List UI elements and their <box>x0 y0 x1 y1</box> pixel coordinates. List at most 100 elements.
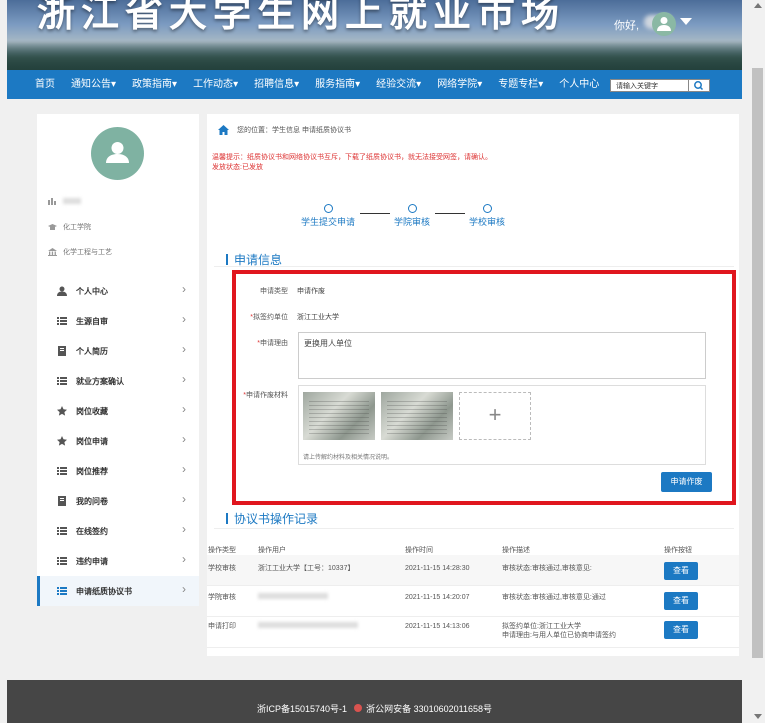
chevron-right-icon: › <box>182 582 186 596</box>
view-button[interactable]: 查看 <box>664 562 698 580</box>
nav-label: 服务指南 <box>315 79 356 90</box>
user-icon <box>57 286 67 296</box>
record-time: 2021-11-15 14:28:30 <box>405 565 470 572</box>
record-type: 学院审核 <box>208 594 236 601</box>
sidebar-item[interactable]: 个人中心 › <box>37 276 199 306</box>
type-value: 申请作废 <box>297 288 325 295</box>
scroll-down-icon[interactable] <box>754 714 762 719</box>
nav-item-recruit[interactable]: 招聘信息▾ <box>254 70 299 99</box>
sidebar-item[interactable]: 岗位收藏 › <box>37 396 199 426</box>
chevron-right-icon: › <box>182 522 186 536</box>
tip-line-1: 温馨提示：纸质协议书和网络协议书互斥，下载了纸质协议书，就无法接受网签，请确认。 <box>212 154 492 161</box>
profile-major-row: 化学工程与工艺 <box>48 247 112 257</box>
scrollbar-thumb[interactable] <box>752 68 763 658</box>
dropdown-icon: ▾ <box>355 79 361 90</box>
nav-label: 政策指南 <box>132 79 173 90</box>
sidebar-item[interactable]: 岗位申请 › <box>37 426 199 456</box>
chevron-right-icon: › <box>182 312 186 326</box>
list-icon <box>57 526 67 536</box>
sidebar-item[interactable]: 就业方案确认 › <box>37 366 199 396</box>
sidebar-item-label: 申请纸质协议书 <box>76 587 132 596</box>
header-banner: 浙江省大学生网上就业市场 <box>7 0 742 70</box>
search-input[interactable]: 请输入关键字 <box>610 79 690 92</box>
sidebar-item-label: 生源自审 <box>76 317 108 326</box>
record-desc-line: 拟签约单位:浙江工业大学 <box>502 623 581 630</box>
record-desc: 拟签约单位:浙江工业大学 申请理由:与用人单位已协商申请签约 <box>502 622 616 640</box>
chart-icon <box>48 198 56 205</box>
home-icon[interactable] <box>218 125 229 135</box>
nav-item-service[interactable]: 服务指南▾ <box>315 70 360 99</box>
police-link[interactable]: 浙公网安备 33010602011658号 <box>366 704 492 714</box>
step-label: 学院审核 <box>393 217 430 227</box>
sidebar-item-label: 我的问卷 <box>76 497 108 506</box>
dropdown-icon: ▾ <box>294 79 300 90</box>
nav-item-work[interactable]: 工作动态▾ <box>193 70 238 99</box>
chevron-right-icon: › <box>182 552 186 566</box>
sidebar-item-label: 个人简历 <box>76 347 108 356</box>
search-button[interactable] <box>688 79 710 92</box>
column-header: 操作类型 <box>208 547 236 554</box>
sidebar-item-label: 个人中心 <box>76 287 108 296</box>
sidebar-item[interactable]: 个人简历 › <box>37 336 199 366</box>
user-menu-caret-icon[interactable] <box>680 18 692 25</box>
step-dot-icon <box>323 204 333 213</box>
sidebar-item-label: 在线签约 <box>76 527 108 536</box>
record-desc: 审核状态:审核通过,审核意见:通过 <box>502 594 606 601</box>
add-image-button[interactable]: + <box>459 392 531 440</box>
submit-void-button[interactable]: 申请作废 <box>661 472 712 492</box>
view-button[interactable]: 查看 <box>664 621 698 639</box>
nav-item-experience[interactable]: 经验交流▾ <box>376 70 421 99</box>
nav-item-policy[interactable]: 政策指南▾ <box>132 70 177 99</box>
graduation-cap-icon <box>48 224 57 230</box>
column-header: 操作时间 <box>405 547 433 554</box>
list-icon <box>57 376 67 386</box>
nav-label: 经验交流 <box>376 79 417 90</box>
police-badge-icon <box>353 704 362 712</box>
scroll-up-icon[interactable] <box>754 3 762 8</box>
step-submit: 学生提交申请 <box>298 204 358 228</box>
uploaded-image-thumbnail[interactable] <box>303 392 375 440</box>
sidebar-item[interactable]: 在线签约 › <box>37 516 199 546</box>
sidebar-item[interactable]: 岗位推荐 › <box>37 456 199 486</box>
star-icon <box>57 406 67 416</box>
user-avatar[interactable] <box>652 12 676 36</box>
nav-item-home[interactable]: 首页 <box>35 70 55 99</box>
tip-line-2: 发放状态:已发放 <box>212 164 263 171</box>
building-icon <box>48 248 57 256</box>
record-user: 浙江工业大学【工号：10337】 <box>258 565 355 572</box>
step-dot-icon <box>482 204 492 213</box>
nav-item-topics[interactable]: 专题专栏▾ <box>498 70 543 99</box>
record-desc-line: 申请理由:与用人单位已协商申请签约 <box>502 632 616 639</box>
profile-name-row <box>48 197 81 205</box>
list-icon <box>57 466 67 476</box>
uploaded-image-thumbnail[interactable] <box>381 392 453 440</box>
reason-textarea[interactable]: 更换用人单位 <box>298 332 706 379</box>
sidebar-item[interactable]: 我的问卷 › <box>37 486 199 516</box>
list-icon <box>57 316 67 326</box>
step-dot-icon <box>407 204 417 213</box>
dropdown-icon: ▾ <box>538 79 544 90</box>
sidebar-item[interactable]: 违约申请 › <box>37 546 199 576</box>
greeting-text: 你好, <box>614 20 640 32</box>
nav-label: 专题专栏 <box>498 79 539 90</box>
nav-item-academy[interactable]: 网络学院▾ <box>437 70 482 99</box>
sidebar-item-label: 就业方案确认 <box>76 377 124 386</box>
view-button[interactable]: 查看 <box>664 592 698 610</box>
profile-avatar <box>91 127 144 180</box>
profile-major: 化学工程与工艺 <box>63 249 112 256</box>
chevron-right-icon: › <box>182 402 186 416</box>
banner-landscape <box>7 40 742 70</box>
profile-name-redacted <box>63 198 81 204</box>
list-icon <box>57 586 67 596</box>
nav-item-personal[interactable]: 个人中心 <box>559 70 599 99</box>
footer: 浙ICP备15015740号-1 浙公网安备 33010602011658号 <box>7 680 742 723</box>
record-user-redacted <box>258 622 358 631</box>
divider <box>214 528 734 529</box>
icp-link[interactable]: 浙ICP备15015740号-1 <box>257 704 347 714</box>
nav-item-notices[interactable]: 通知公告▾ <box>71 70 116 99</box>
record-desc: 审核状态:审核通过,审核意见: <box>502 565 592 572</box>
sidebar-item[interactable]: 生源自审 › <box>37 306 199 336</box>
chevron-right-icon: › <box>182 342 186 356</box>
document-icon <box>57 496 67 506</box>
sidebar-item[interactable]: 申请纸质协议书 › <box>37 576 199 606</box>
